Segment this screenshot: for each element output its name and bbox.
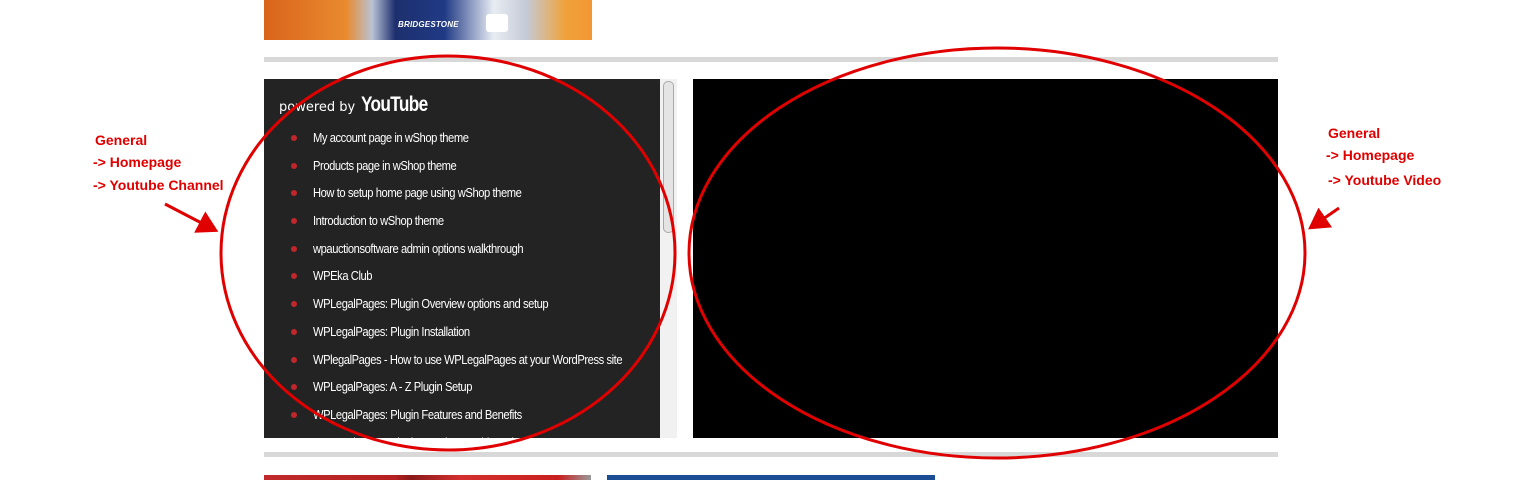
widget-scrollbar[interactable] [660,79,677,438]
youtube-logo: YouTube [361,93,428,116]
arrow-icon-right [1308,206,1340,230]
video-list-item[interactable]: WPLegalPages: Plugin Installation [264,318,660,346]
annotation-line: -> Youtube Video [1328,172,1442,188]
video-list-item[interactable]: WPLegalPages: Plugin Overview options an… [264,290,660,318]
sponsor-logo-text: BRIDGESTONE [398,20,459,29]
video-list-item[interactable]: WPLegalPages: Plugin Member Dashboard [264,429,660,438]
annotation-line: General [1328,125,1381,141]
video-list-item[interactable]: Products page in wShop theme [264,152,660,180]
thumbnail-right[interactable] [607,475,935,480]
video-list-item[interactable]: WPLegalPages: A - Z Plugin Setup [264,373,660,401]
bullet-icon [291,162,297,169]
video-title[interactable]: WPLegalPages: Plugin Features and Benefi… [313,401,522,429]
video-list-item[interactable]: How to setup home page using wShop theme [264,179,660,207]
bullet-icon [291,301,297,308]
video-title[interactable]: WPlegalPages - How to use WPLegalPages a… [313,346,623,374]
video-title[interactable]: WPEka Club [313,262,373,290]
video-title[interactable]: Products page in wShop theme [313,152,457,180]
video-title[interactable]: My account page in wShop theme [313,124,469,152]
bullet-icon [291,218,297,225]
youtube-channel-widget: powered by YouTube My account page in wS… [264,79,677,438]
video-list-item[interactable]: WPEka Club [264,262,660,290]
video-list: My account page in wShop theme Products p… [264,124,660,438]
bullet-icon [291,411,297,418]
annotation-youtube-channel: General -> Homepage -> Youtube Channel [93,129,224,196]
shirt-badge [486,14,508,32]
scrollbar-thumb[interactable] [663,81,674,233]
video-title[interactable]: WPLegalPages: Plugin Installation [313,318,470,346]
video-list-item[interactable]: Introduction to wShop theme [264,207,660,235]
section-divider-bottom [264,452,1278,457]
video-title[interactable]: How to setup home page using wShop theme [313,179,522,207]
annotation-line: General [95,132,148,148]
video-title[interactable]: Introduction to wShop theme [313,207,444,235]
video-list-item[interactable]: wpauctionsoftware admin options walkthro… [264,235,660,263]
bullet-icon [291,356,297,363]
video-title[interactable]: wpauctionsoftware admin options walkthro… [313,235,524,263]
video-title[interactable]: WPLegalPages: A - Z Plugin Setup [313,373,472,401]
annotation-line: -> Homepage [93,154,182,170]
video-list-item[interactable]: WPLegalPages: Plugin Features and Benefi… [264,401,660,429]
video-title[interactable]: WPLegalPages: Plugin Overview options an… [313,290,549,318]
powered-by-label: powered by [279,100,356,115]
arrow-icon-left [164,202,219,233]
bullet-icon [291,135,297,141]
video-list-item[interactable]: WPlegalPages - How to use WPLegalPages a… [264,346,660,374]
bullet-icon [291,190,297,197]
bullet-icon [291,328,297,335]
video-title[interactable]: WPLegalPages: Plugin Member Dashboard [313,429,514,438]
annotation-line: -> Youtube Channel [93,177,224,193]
youtube-video-player[interactable] [693,79,1278,438]
bullet-icon [291,273,297,280]
section-divider-top [264,57,1278,62]
bullet-icon [291,245,297,252]
thumbnail-left[interactable] [264,475,591,480]
video-list-item[interactable]: My account page in wShop theme [264,124,660,152]
annotation-youtube-video: General -> Homepage -> Youtube Video [1326,122,1441,191]
powered-by-youtube[interactable]: powered by YouTube [279,93,442,117]
featured-image-top[interactable]: BRIDGESTONE [264,0,592,40]
annotation-line: -> Homepage [1326,147,1415,163]
bullet-icon [291,384,297,391]
